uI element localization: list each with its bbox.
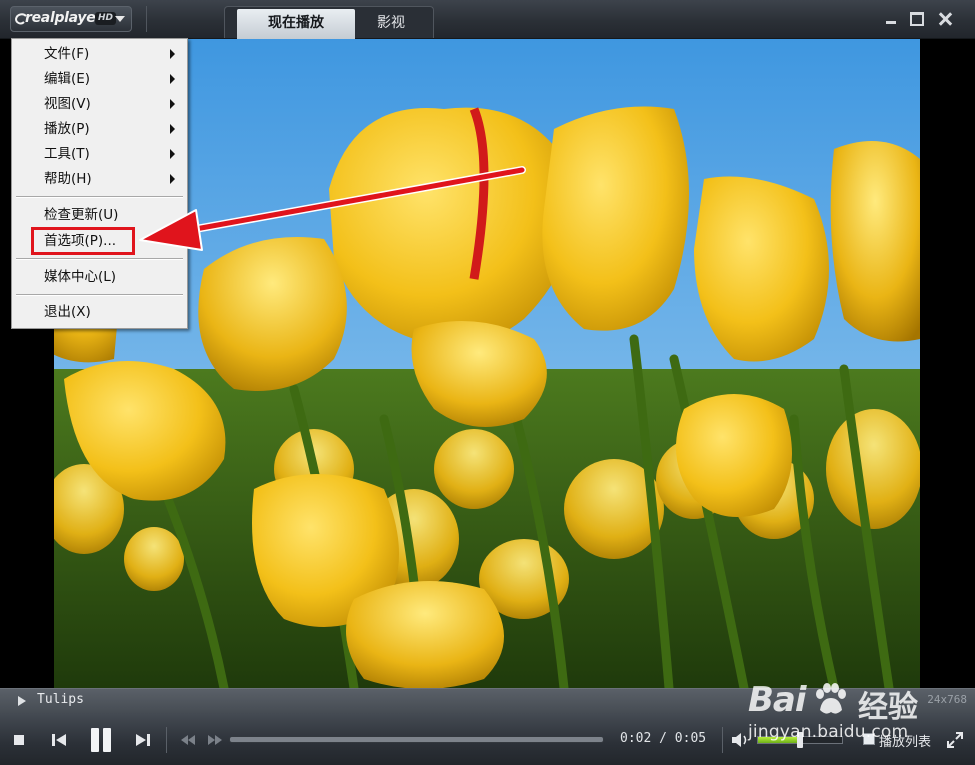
menu-item-label: 退出(X) (44, 304, 91, 320)
menu-item-label: 播放(P) (44, 121, 90, 137)
tab-bar: 现在播放 影视 (224, 6, 434, 39)
menu-item-label: 媒体中心(L) (44, 269, 117, 285)
chevron-right-icon (170, 124, 175, 134)
menu-item-edit[interactable]: 编辑(E) (14, 67, 185, 91)
watermark-brand-left: Bai (748, 680, 807, 720)
current-time: 0:02 (620, 731, 652, 746)
minimize-icon[interactable] (881, 8, 901, 30)
menu-item-file[interactable]: 文件(F) (14, 42, 185, 66)
fast-forward-icon[interactable] (207, 734, 223, 746)
realplayer-window: realplayer HD 现在播放 影视 文件(F) 编辑(E) 视图(V) … (0, 0, 975, 765)
close-icon[interactable] (935, 8, 955, 30)
baidu-jingyan-watermark: Bai 经验 jingyan.baidu.com (748, 680, 970, 760)
menu-item-exit[interactable]: 退出(X) (14, 300, 185, 324)
menu-item-view[interactable]: 视图(V) (14, 92, 185, 116)
maximize-icon[interactable] (907, 8, 927, 30)
chevron-down-icon (115, 16, 125, 22)
realplayer-menu-button[interactable]: realplayer HD (10, 6, 132, 32)
realplayer-logo-text: realplayer (25, 10, 103, 26)
hd-badge: HD (95, 12, 117, 25)
chevron-right-icon (170, 174, 175, 184)
menu-item-label: 检查更新(U) (44, 207, 119, 223)
menu-item-check-updates[interactable]: 检查更新(U) (14, 203, 185, 227)
menu-item-label: 帮助(H) (44, 171, 92, 187)
chevron-right-icon (170, 99, 175, 109)
watermark-url: jingyan.baidu.com (748, 722, 909, 742)
chevron-right-icon (170, 74, 175, 84)
window-controls (881, 8, 961, 30)
play-indicator-icon (18, 696, 26, 706)
baidu-paw-icon (816, 683, 846, 714)
next-track-icon[interactable] (134, 731, 152, 749)
chevron-right-icon (170, 149, 175, 159)
watermark-brand-right: 经验 (858, 690, 918, 725)
menu-separator (16, 294, 183, 296)
chevron-right-icon (170, 49, 175, 59)
menu-item-label: 工具(T) (44, 146, 90, 162)
pause-icon[interactable] (88, 727, 114, 753)
divider (146, 6, 147, 32)
menu-separator (16, 196, 183, 198)
top-bar: realplayer HD 现在播放 影视 (0, 0, 975, 39)
tab-video[interactable]: 影视 (361, 9, 421, 39)
now-playing-title: Tulips (37, 692, 84, 707)
menu-item-label: 编辑(E) (44, 71, 91, 87)
stop-icon[interactable] (14, 735, 24, 745)
main-dropdown-menu: 文件(F) 编辑(E) 视图(V) 播放(P) 工具(T) 帮助(H) 检查更新… (11, 38, 188, 329)
divider (722, 727, 723, 753)
menu-item-label: 文件(F) (44, 46, 90, 62)
menu-item-tools[interactable]: 工具(T) (14, 142, 185, 166)
rewind-icon[interactable] (180, 734, 196, 746)
volume-icon[interactable] (730, 731, 750, 749)
preferences-highlight-box (31, 227, 135, 255)
tab-now-playing[interactable]: 现在播放 (237, 9, 355, 39)
total-time: 0:05 (674, 731, 707, 746)
previous-track-icon[interactable] (50, 731, 68, 749)
menu-item-media-center[interactable]: 媒体中心(L) (14, 265, 185, 289)
menu-separator (16, 258, 183, 260)
menu-item-play[interactable]: 播放(P) (14, 117, 185, 141)
time-separator: / (659, 731, 667, 746)
menu-item-label: 视图(V) (44, 96, 91, 112)
seek-bar[interactable] (229, 736, 604, 743)
divider (166, 727, 167, 753)
time-display: 0:02 / 0:05 (620, 731, 706, 746)
menu-item-help[interactable]: 帮助(H) (14, 167, 185, 191)
